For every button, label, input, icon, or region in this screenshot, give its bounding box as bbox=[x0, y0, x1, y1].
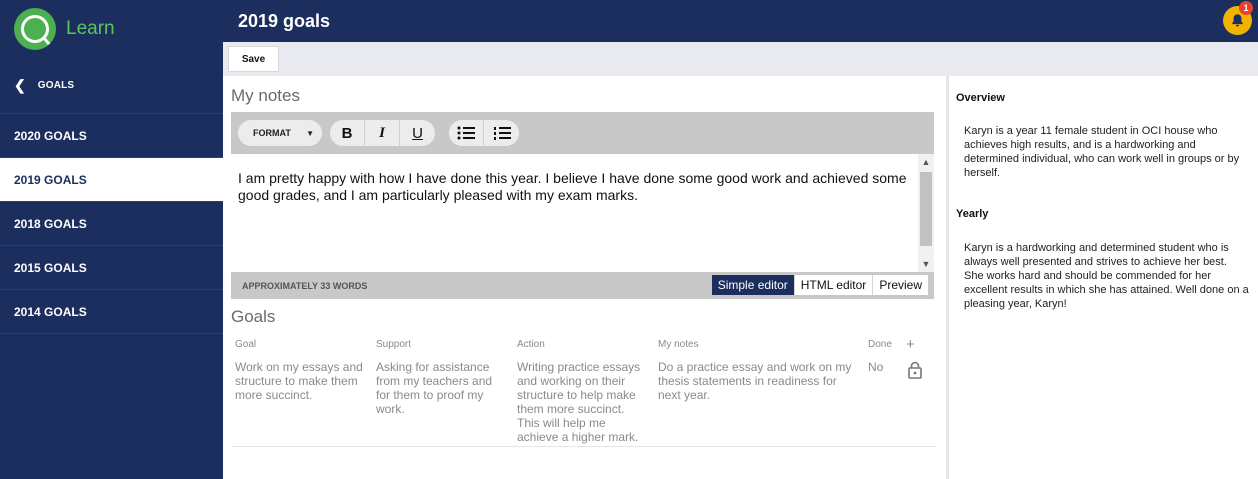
goals-section-title: Goals bbox=[231, 307, 276, 326]
format-dropdown[interactable]: FORMAT ▼ bbox=[238, 120, 322, 146]
logo-row[interactable]: Learn bbox=[0, 0, 223, 58]
overview-text: Karyn is a year 11 female student in OCI… bbox=[964, 125, 1240, 179]
tab-simple-editor[interactable]: Simple editor bbox=[711, 275, 794, 295]
underline-icon: U bbox=[412, 124, 423, 142]
cell-done: No bbox=[868, 360, 884, 374]
text-style-group: B I U bbox=[330, 120, 435, 146]
cell-support: Asking for assistance from my teachers a… bbox=[376, 360, 493, 416]
scroll-down-icon[interactable]: ▼ bbox=[918, 256, 934, 272]
page-header: 2019 goals 1 bbox=[223, 0, 1258, 42]
goals-table: Goal Support Action My notes Done + Work… bbox=[231, 336, 936, 447]
student-summary-panel: Overview Karyn is a year 11 female stude… bbox=[946, 76, 1258, 479]
underline-button[interactable]: U bbox=[400, 120, 435, 146]
main-content: My notes FORMAT ▼ B I U I am pretty happ… bbox=[223, 76, 946, 479]
notification-badge: 1 bbox=[1239, 1, 1253, 15]
editor-toolbar: FORMAT ▼ B I U bbox=[231, 112, 934, 154]
notes-editor[interactable]: I am pretty happy with how I have done t… bbox=[231, 154, 934, 272]
sidebar-item-2018-goals[interactable]: 2018 GOALS bbox=[0, 202, 223, 246]
editor-scrollbar[interactable]: ▲ ▼ bbox=[918, 154, 934, 272]
save-button[interactable]: Save bbox=[228, 46, 279, 72]
notes-section-title: My notes bbox=[231, 86, 300, 105]
table-row[interactable]: Work on my essays and structure to make … bbox=[231, 355, 936, 447]
app-name: Learn bbox=[66, 18, 115, 39]
col-header-action: Action bbox=[517, 339, 545, 350]
col-header-my-notes: My notes bbox=[658, 339, 699, 350]
bullet-list-button[interactable] bbox=[449, 120, 484, 146]
goals-table-header: Goal Support Action My notes Done + bbox=[231, 336, 936, 355]
sidebar-item-2020-goals[interactable]: 2020 GOALS bbox=[0, 114, 223, 158]
notes-editor-text[interactable]: I am pretty happy with how I have done t… bbox=[238, 170, 908, 204]
bullet-list-icon bbox=[457, 126, 475, 140]
overview-heading: Overview bbox=[956, 92, 1005, 104]
numbered-list-icon bbox=[493, 127, 511, 140]
sidebar: Learn ❮ GOALS 2020 GOALS 2019 GOALS 2018… bbox=[0, 0, 223, 479]
list-group bbox=[449, 120, 519, 146]
sidebar-item-2019-goals[interactable]: 2019 GOALS bbox=[0, 158, 223, 202]
scroll-thumb[interactable] bbox=[920, 172, 932, 246]
col-header-done: Done bbox=[868, 339, 892, 350]
cell-action: Writing practice essays and working on t… bbox=[517, 360, 641, 444]
back-to-goals[interactable]: ❮ GOALS bbox=[0, 58, 223, 114]
page-title: 2019 goals bbox=[238, 11, 331, 31]
app-logo-icon bbox=[14, 8, 56, 50]
bell-icon bbox=[1232, 14, 1243, 27]
cell-goal: Work on my essays and structure to make … bbox=[235, 360, 363, 402]
chevron-left-icon: ❮ bbox=[14, 77, 26, 93]
tab-preview[interactable]: Preview bbox=[872, 275, 928, 295]
editor-mode-tabs: Simple editor HTML editor Preview bbox=[711, 275, 928, 295]
tab-html-editor[interactable]: HTML editor bbox=[793, 275, 873, 295]
italic-button[interactable]: I bbox=[365, 120, 400, 146]
col-header-support: Support bbox=[376, 339, 412, 350]
cell-my-notes: Do a practice essay and work on my thesi… bbox=[658, 360, 852, 402]
bold-button[interactable]: B bbox=[330, 120, 365, 146]
editor-footer: APPROXIMATELY 33 WORDS Simple editor HTM… bbox=[231, 272, 934, 299]
word-count: APPROXIMATELY 33 WORDS bbox=[242, 281, 368, 291]
action-toolbar: Save bbox=[223, 42, 1258, 76]
back-label: GOALS bbox=[37, 80, 75, 91]
sidebar-item-2015-goals[interactable]: 2015 GOALS bbox=[0, 246, 223, 290]
add-goal-button[interactable]: + bbox=[902, 336, 936, 355]
format-label: FORMAT bbox=[253, 128, 291, 138]
sidebar-item-2014-goals[interactable]: 2014 GOALS bbox=[0, 290, 223, 334]
col-header-goal: Goal bbox=[235, 339, 257, 350]
bold-icon: B bbox=[341, 124, 353, 142]
scroll-up-icon[interactable]: ▲ bbox=[918, 154, 934, 170]
numbered-list-button[interactable] bbox=[484, 120, 519, 146]
lock-icon[interactable] bbox=[902, 355, 936, 446]
yearly-heading: Yearly bbox=[956, 208, 989, 220]
yearly-text: Karyn is a hardworking and determined st… bbox=[964, 242, 1249, 310]
caret-down-icon: ▼ bbox=[306, 128, 314, 138]
italic-icon: I bbox=[379, 124, 385, 141]
